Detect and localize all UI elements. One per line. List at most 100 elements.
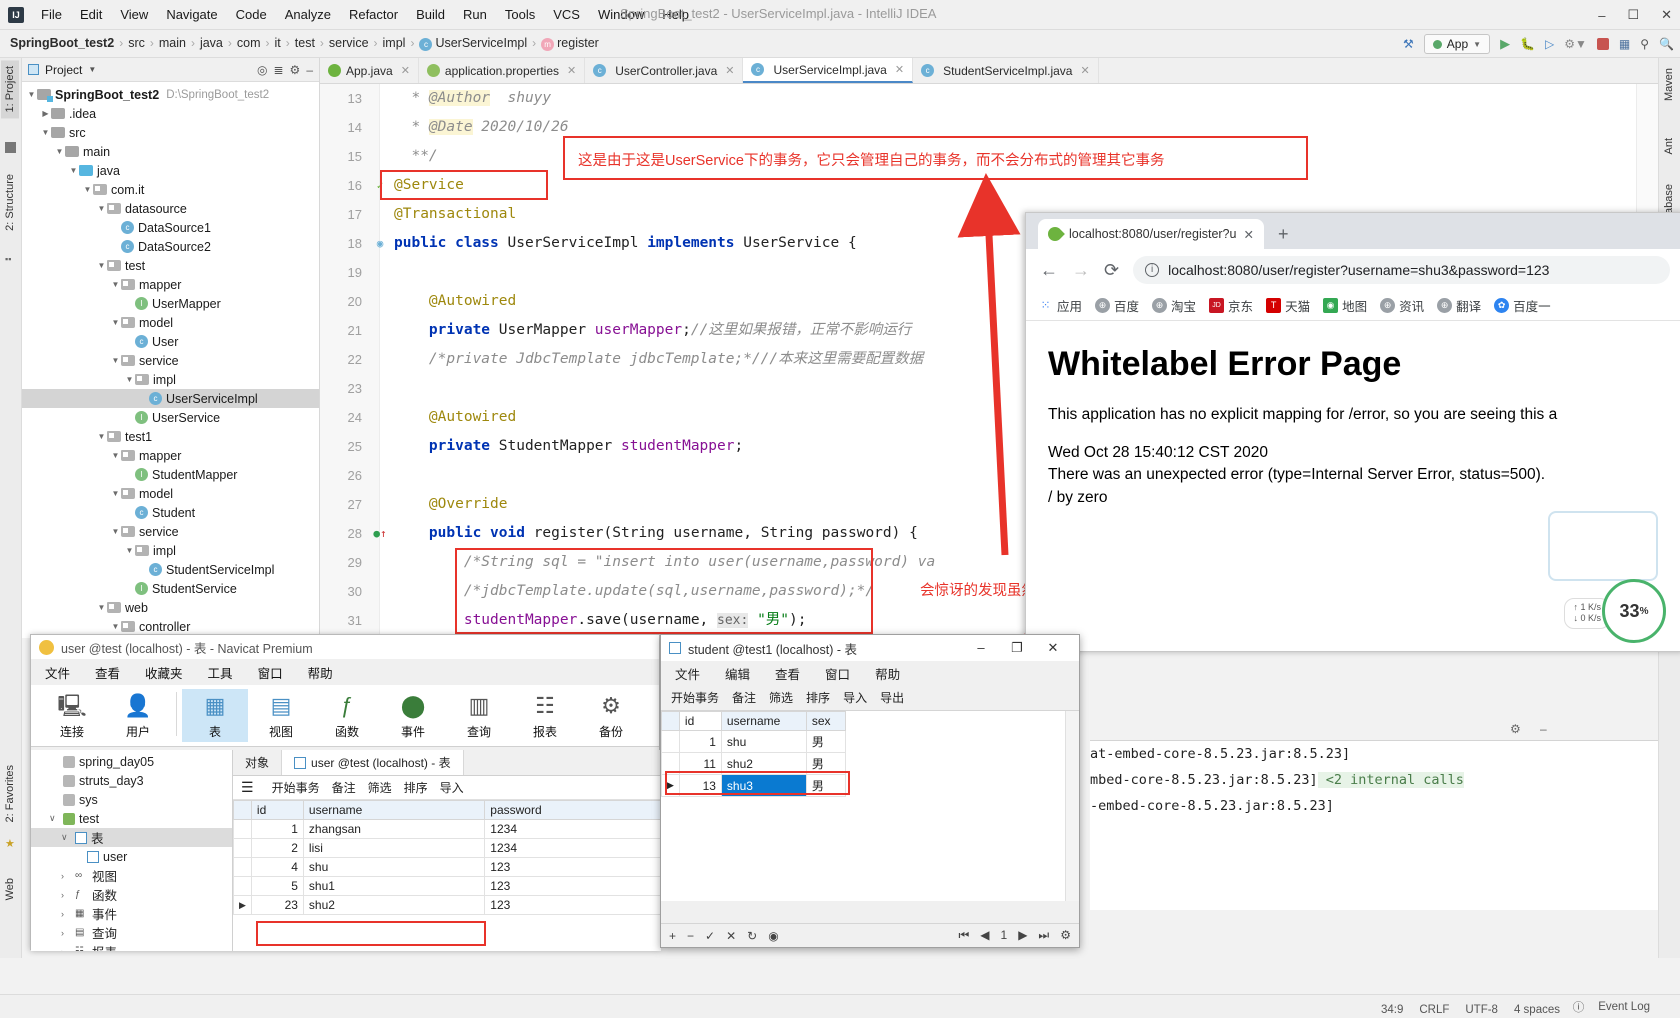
cell-username[interactable]: zhangsan — [302, 819, 486, 839]
close-icon[interactable]: ✕ — [895, 63, 904, 76]
table-row[interactable]: 5 shu1 123 — [233, 876, 661, 896]
chevron-down-icon[interactable]: ▼ — [96, 432, 107, 441]
navicat-tree-[interactable]: › ∞ 视图 — [31, 866, 232, 885]
record-nav-1[interactable]: ◀ — [980, 928, 989, 943]
chevron-down-icon[interactable]: ∨ — [61, 832, 71, 843]
chevron-right-icon[interactable]: › — [61, 928, 71, 938]
cell-password[interactable]: 123 — [484, 857, 661, 877]
navicat-student-menu-item[interactable]: 窗口 — [825, 664, 850, 683]
back-icon[interactable]: ← — [1040, 260, 1058, 281]
browser-tab[interactable]: localhost:8080/user/register?u ✕ — [1038, 219, 1264, 249]
navicat-tree-strutsday3[interactable]: struts_day3 — [31, 771, 232, 790]
navicat-toolbar-1[interactable]: 👤 用户 — [105, 689, 171, 742]
tree-node-main[interactable]: ▼ main — [22, 142, 319, 161]
grid-action-3[interactable]: 排序 — [404, 779, 428, 796]
student-grid-action-4[interactable]: 导入 — [843, 689, 867, 706]
record-nav-5[interactable]: ⚙ — [1060, 928, 1071, 943]
navicat-user-menu-item[interactable]: 帮助 — [308, 663, 333, 682]
cell-username[interactable]: shu1 — [302, 876, 486, 896]
tool-tab-ant[interactable]: Ant — [1660, 132, 1678, 161]
cell-id[interactable]: 23 — [250, 895, 304, 915]
chevron-down-icon[interactable]: ▼ — [110, 280, 121, 289]
breadcrumb-item-service[interactable]: service — [329, 36, 369, 50]
chevron-down-icon[interactable]: ▼ — [96, 261, 107, 270]
stop-icon[interactable] — [1596, 38, 1609, 50]
navicat-tree-sys[interactable]: sys — [31, 790, 232, 809]
address-bar[interactable]: i localhost:8080/user/register?username=… — [1133, 256, 1670, 284]
console-gear-icon[interactable]: ⚙ — [1510, 722, 1521, 736]
forward-icon[interactable]: → — [1072, 260, 1090, 281]
chevron-down-icon[interactable]: ▼ — [68, 166, 79, 175]
run-configuration-selector[interactable]: App ▼ — [1423, 34, 1491, 54]
navicat-tree-[interactable]: › ▦ 事件 — [31, 904, 232, 923]
student-grid-action-5[interactable]: 导出 — [880, 689, 904, 706]
student-grid-action-3[interactable]: 排序 — [806, 689, 830, 706]
navicat-student-menu-item[interactable]: 编辑 — [725, 664, 750, 683]
locate-icon[interactable]: ◎ — [257, 63, 267, 77]
chevron-down-icon[interactable]: ▼ — [26, 90, 37, 99]
reload-icon[interactable]: ⟳ — [1104, 260, 1119, 281]
editor-tab-studentserviceimpljava[interactable]: c StudentServiceImpl.java ✕ — [913, 58, 1099, 83]
breadcrumb-item-test[interactable]: test — [295, 36, 315, 50]
cell-id[interactable]: 2 — [250, 838, 304, 858]
console-hide-icon[interactable]: – — [1540, 722, 1547, 736]
breadcrumb-item-main[interactable]: main — [159, 36, 186, 50]
user-table-grid[interactable]: id username password 1 zhangsan 1234 2 lisi 1234… — [233, 800, 661, 915]
chevron-down-icon[interactable]: ▼ — [110, 318, 121, 327]
breadcrumb-item-it[interactable]: it — [275, 36, 281, 50]
project-tree[interactable]: ▼ SpringBoot_test2 D:\SpringBoot_test2 ▶ .id… — [22, 82, 319, 655]
breadcrumb-item-src[interactable]: src — [128, 36, 145, 50]
tree-node-mapper[interactable]: ▼ mapper — [22, 275, 319, 294]
navicat-toolbar-4[interactable]: ƒ 函数 — [314, 689, 380, 742]
chevron-down-icon[interactable]: ▼ — [110, 622, 121, 631]
status-bar-indicators[interactable]: 34:9 CRLF UTF-8 4 spaces — [1381, 1004, 1560, 1016]
chevron-down-icon[interactable]: ▼ — [110, 356, 121, 365]
cell-username[interactable]: shu — [720, 730, 807, 753]
tree-node-datasource[interactable]: ▼ datasource — [22, 199, 319, 218]
table-row[interactable]: 2 lisi 1234 — [233, 838, 661, 858]
tree-node-web[interactable]: ▼ web — [22, 598, 319, 617]
bookmark-T[interactable]: T 天猫 — [1266, 296, 1310, 315]
cell-username[interactable]: shu2 — [302, 895, 486, 915]
record-action-0[interactable]: + — [669, 929, 676, 943]
navicat-tree-[interactable]: ∨ 表 — [31, 828, 232, 847]
run-console[interactable]: at-embed-core-8.5.23.jar:8.5.23] mbed-cor… — [1090, 740, 1658, 910]
widget-percent-dial[interactable]: 33 % — [1602, 579, 1666, 643]
cell-username[interactable]: lisi — [302, 838, 486, 858]
bookmark-globe[interactable]: ⊕ 资讯 — [1380, 296, 1424, 315]
table-row[interactable]: 4 shu 123 — [233, 857, 661, 877]
table-row[interactable]: ▶ 23 shu2 123 — [233, 895, 661, 915]
navicat-user-toolbar[interactable]: 🖳 连接 👤 用户 ▦ 表 ▤ 视图 ƒ 函数 ⬤ 事件 ▥ 查询 ☷ 报表 ⚙ 备份 — [31, 685, 659, 747]
bookmark-globe[interactable]: ⊕ 淘宝 — [1152, 296, 1196, 315]
close-icon[interactable]: ✕ — [1035, 640, 1071, 656]
navicat-content-tab[interactable]: user @test (localhost) - 表 — [282, 750, 464, 775]
chevron-down-icon[interactable]: ∨ — [49, 813, 59, 824]
profile-icon[interactable]: ⚙▼ — [1564, 37, 1587, 51]
cell-id[interactable]: 1 — [678, 730, 722, 753]
caret-position[interactable]: 34:9 — [1381, 1004, 1403, 1016]
breadcrumb-item-userserviceimpl[interactable]: c UserServiceImpl — [419, 36, 527, 51]
run-coverage-icon[interactable]: ▷ — [1545, 37, 1554, 51]
editor-tab-usercontrollerjava[interactable]: c UserController.java ✕ — [585, 58, 744, 83]
navicat-student-window-controls[interactable]: – ❐ ✕ — [963, 640, 1071, 656]
record-nav-3[interactable]: ▶ — [1018, 928, 1027, 943]
navicat-toolbar-5[interactable]: ⬤ 事件 — [380, 689, 446, 742]
file-encoding[interactable]: UTF-8 — [1465, 1004, 1498, 1016]
hide-panel-icon[interactable]: – — [306, 63, 313, 77]
tree-node-model[interactable]: ▼ model — [22, 484, 319, 503]
navicat-user-menu-item[interactable]: 查看 — [95, 663, 120, 682]
navicat-tree-[interactable]: › ƒ 函数 — [31, 885, 232, 904]
chevron-right-icon[interactable]: › — [61, 947, 71, 952]
console-collapsed-frames[interactable]: <2 internal calls — [1317, 772, 1464, 788]
chevron-down-icon[interactable]: ▼ — [96, 204, 107, 213]
magnifier-icon[interactable]: 🔍 — [1659, 37, 1674, 51]
indent-setting[interactable]: 4 spaces — [1514, 1004, 1560, 1016]
chevron-down-icon[interactable]: ▼ — [110, 451, 121, 460]
chevron-down-icon[interactable]: ▼ — [124, 375, 135, 384]
tree-node-userserviceimpl[interactable]: c UserServiceImpl — [22, 389, 319, 408]
editor-tab-bar[interactable]: App.java ✕ application.properties ✕ c UserCon… — [320, 58, 1658, 84]
cell-sex[interactable]: 男 — [805, 730, 847, 753]
close-icon[interactable]: ✕ — [1080, 64, 1089, 77]
menu-analyze[interactable]: Analyze — [276, 5, 340, 24]
tree-node-src[interactable]: ▼ src — [22, 123, 319, 142]
